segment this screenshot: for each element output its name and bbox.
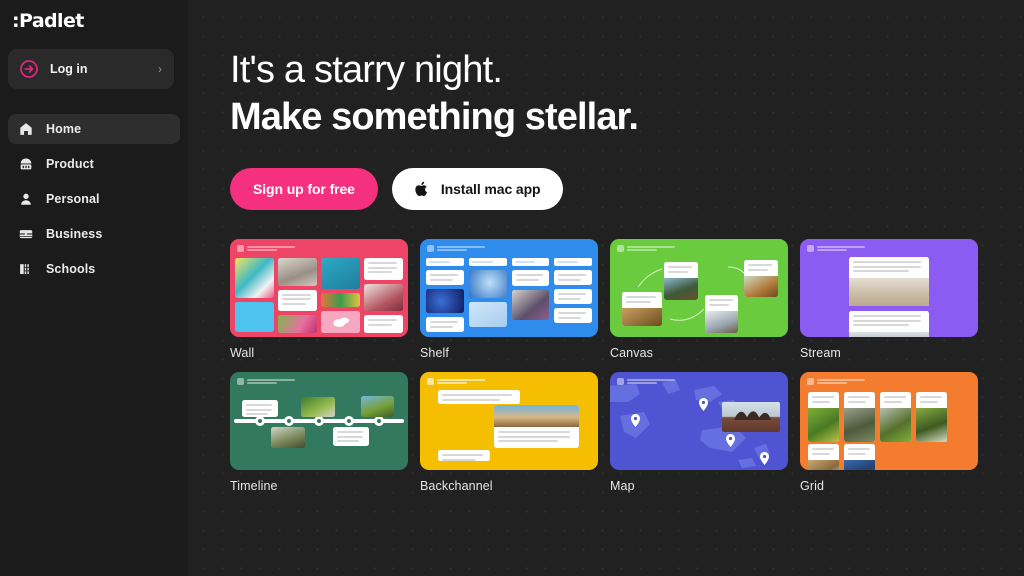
template-tile-shelf: Shelf: [420, 239, 598, 368]
template-thumb-wall[interactable]: [230, 239, 408, 337]
sidebar-item-label: Product: [46, 157, 94, 171]
sidebar-item-label: Home: [46, 122, 82, 136]
login-label: Log in: [50, 62, 88, 76]
template-label: Stream: [800, 346, 841, 360]
sidebar-item-home[interactable]: Home: [8, 114, 180, 144]
board-header-badge: [427, 245, 485, 252]
arrow-in-circle-icon: [19, 59, 39, 79]
timeline-nodes: [255, 416, 384, 426]
template-thumb-canvas[interactable]: [610, 239, 788, 337]
map-pin-icon: [760, 452, 769, 465]
template-label: Backchannel: [420, 479, 493, 493]
template-tile-map: Map: [610, 372, 788, 501]
template-thumb-grid[interactable]: [800, 372, 978, 470]
signup-button-label: Sign up for free: [253, 181, 355, 197]
install-mac-app-button[interactable]: Install mac app: [391, 168, 563, 210]
template-thumb-map[interactable]: [610, 372, 788, 470]
template-tile-backchannel: Backchannel: [420, 372, 598, 501]
template-label: Timeline: [230, 479, 278, 493]
login-button[interactable]: Log in ›: [8, 49, 174, 89]
template-grid: Wall Shelf Canvas Stream Timeline Backch…: [230, 239, 990, 501]
board-header-badge: [807, 378, 865, 385]
template-thumb-stream[interactable]: [800, 239, 978, 337]
template-label: Wall: [230, 346, 255, 360]
sidebar-nav: Home Product Personal Business Schools: [0, 114, 188, 284]
template-thumb-shelf[interactable]: [420, 239, 598, 337]
template-tile-canvas: Canvas: [610, 239, 788, 368]
board-header-badge: [807, 245, 865, 252]
board-header-badge: [427, 378, 485, 385]
hero-section: It's a starry night. Make something stel…: [230, 0, 1024, 210]
template-thumb-timeline[interactable]: [230, 372, 408, 470]
hero-headline-line2: Make something stellar.: [230, 96, 639, 138]
product-icon: [17, 155, 35, 173]
template-tile-grid: Grid: [800, 372, 978, 501]
hero-headline-line1: It's a starry night.: [230, 49, 503, 91]
sidebar-item-product[interactable]: Product: [8, 149, 180, 179]
template-tile-timeline: Timeline: [230, 372, 408, 501]
template-label: Map: [610, 479, 635, 493]
cta-row: Sign up for free Install mac app: [230, 168, 1024, 210]
sidebar-item-label: Business: [46, 227, 103, 241]
sidebar-item-personal[interactable]: Personal: [8, 184, 180, 214]
school-icon: [17, 260, 35, 278]
sidebar-item-label: Personal: [46, 192, 100, 206]
person-icon: [17, 190, 35, 208]
template-label: Shelf: [420, 346, 449, 360]
sidebar: :Padlet Log in › Home Product Personal B…: [0, 0, 188, 576]
page-root: :Padlet Log in › Home Product Personal B…: [0, 0, 1024, 576]
template-tile-stream: Stream: [800, 239, 978, 368]
chevron-right-icon: ›: [158, 62, 162, 76]
brand-name: :Padlet: [12, 10, 84, 32]
map-pin-icon: [699, 398, 708, 411]
board-header-badge: [617, 378, 675, 385]
template-thumb-backchannel[interactable]: [420, 372, 598, 470]
install-mac-app-label: Install mac app: [440, 181, 541, 197]
brand-logo[interactable]: :Padlet: [0, 2, 188, 40]
signup-button[interactable]: Sign up for free: [230, 168, 378, 210]
map-pin-icon: [631, 414, 640, 427]
map-photo-card: [722, 402, 780, 432]
main-content: It's a starry night. Make something stel…: [188, 0, 1024, 576]
map-pin-icon: [726, 434, 735, 447]
template-tile-wall: Wall: [230, 239, 408, 368]
template-label: Canvas: [610, 346, 653, 360]
sidebar-item-schools[interactable]: Schools: [8, 254, 180, 284]
home-icon: [17, 120, 35, 138]
template-label: Grid: [800, 479, 825, 493]
briefcase-icon: [17, 225, 35, 243]
board-header-badge: [237, 245, 295, 252]
sidebar-item-label: Schools: [46, 262, 96, 276]
sidebar-item-business[interactable]: Business: [8, 219, 180, 249]
apple-icon: [414, 180, 430, 198]
